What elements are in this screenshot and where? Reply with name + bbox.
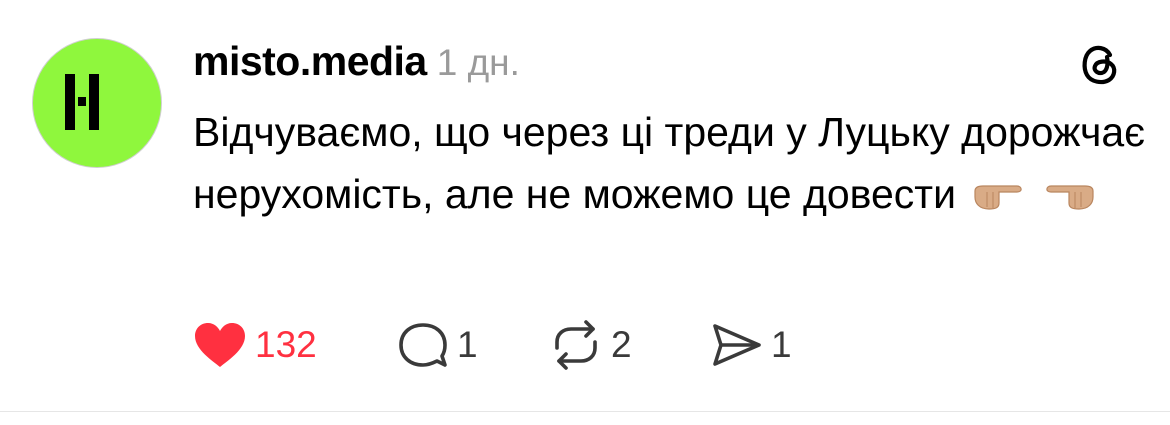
comment-icon <box>399 323 447 367</box>
repost-button[interactable]: 2 <box>549 318 632 372</box>
misto-logo-icon <box>65 74 99 130</box>
reply-button[interactable]: 1 <box>397 318 478 372</box>
finger-pointing-right-icon <box>973 166 1025 228</box>
username[interactable]: misto.media <box>193 38 427 85</box>
repost-icon <box>555 320 597 370</box>
like-count: 132 <box>255 324 317 365</box>
share-button[interactable]: 1 <box>709 318 792 372</box>
repost-count: 2 <box>611 324 632 365</box>
threads-icon[interactable] <box>1080 42 1120 86</box>
divider <box>0 411 1170 412</box>
post-time: 1 дн. <box>436 42 520 83</box>
post-header: misto.media 1 дн. <box>193 38 520 88</box>
share-count: 1 <box>771 324 792 365</box>
send-icon <box>713 324 761 366</box>
reply-count: 1 <box>457 324 478 365</box>
heart-icon <box>195 323 245 367</box>
finger-pointing-left-icon <box>1043 166 1095 228</box>
like-button[interactable]: 132 <box>193 318 317 372</box>
post-text: Відчуваємо, що через ці треди у Луцьку д… <box>193 101 1153 228</box>
